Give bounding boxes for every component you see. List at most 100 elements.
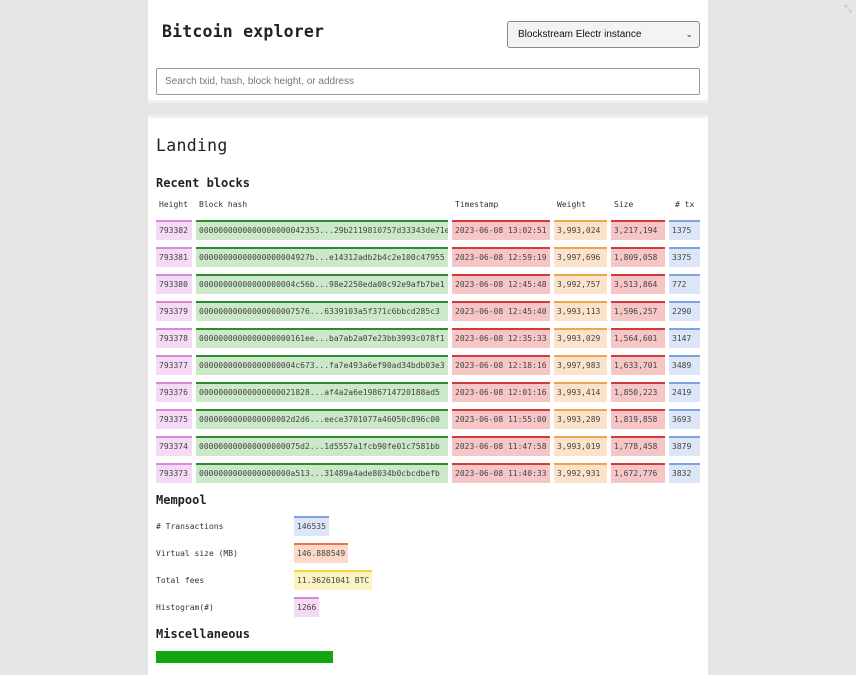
block-height[interactable]: 793374 bbox=[156, 436, 192, 456]
block-hash[interactable]: 00000000000000000021828...af4a2a6e198671… bbox=[196, 382, 448, 402]
mempool-row: Histogram(#) 1266 bbox=[156, 597, 700, 624]
block-timestamp: 2023-06-08 13:02:51 bbox=[452, 220, 550, 240]
block-weight: 3,993,029 bbox=[554, 328, 607, 348]
block-tx-count: 3375 bbox=[669, 247, 700, 267]
page-title: Landing bbox=[156, 136, 228, 155]
block-tx-count: 3489 bbox=[669, 355, 700, 375]
block-weight: 3,993,289 bbox=[554, 409, 607, 429]
block-timestamp: 2023-06-08 12:01:16 bbox=[452, 382, 550, 402]
table-row[interactable]: 793375 0000000000000000002d2d6...eece370… bbox=[156, 409, 700, 436]
recent-blocks-title: Recent blocks bbox=[156, 176, 250, 190]
chevron-down-icon: ⌄ bbox=[685, 29, 693, 39]
header-card: Bitcoin explorer Blockstream Electr inst… bbox=[148, 0, 708, 103]
mempool-title: Mempool bbox=[156, 493, 207, 507]
block-tx-count: 3147 bbox=[669, 328, 700, 348]
block-timestamp: 2023-06-08 12:45:40 bbox=[452, 301, 550, 321]
block-tx-count: 3879 bbox=[669, 436, 700, 456]
column-header-weight: Weight bbox=[557, 200, 586, 209]
block-timestamp: 2023-06-08 12:59:19 bbox=[452, 247, 550, 267]
block-size: 1,778,458 bbox=[611, 436, 665, 456]
block-hash[interactable]: 00000000000000000004927b...e14312adb2b4c… bbox=[196, 247, 448, 267]
mempool-label: Virtual size (MB) bbox=[156, 549, 238, 558]
block-hash[interactable]: 00000000000000000007576...6339103a5f371c… bbox=[196, 301, 448, 321]
table-row[interactable]: 793377 00000000000000000004c673...fa7e49… bbox=[156, 355, 700, 382]
block-height[interactable]: 793381 bbox=[156, 247, 192, 267]
mempool-value: 1266 bbox=[294, 597, 320, 617]
table-row[interactable]: 793378 0000000000000000000161ee...ba7ab2… bbox=[156, 328, 700, 355]
mempool-value: 146.888549 bbox=[294, 543, 349, 563]
block-tx-count: 3693 bbox=[669, 409, 700, 429]
block-hash[interactable]: 000000000000000000075d2...1d5557a1fcb90f… bbox=[196, 436, 448, 456]
block-height[interactable]: 793382 bbox=[156, 220, 192, 240]
block-weight: 3,997,696 bbox=[554, 247, 607, 267]
block-height[interactable]: 793380 bbox=[156, 274, 192, 294]
mempool-row: Virtual size (MB) 146.888549 bbox=[156, 543, 700, 570]
mempool-label: Histogram(#) bbox=[156, 603, 214, 612]
block-weight: 3,993,019 bbox=[554, 436, 607, 456]
table-row[interactable]: 793374 000000000000000000075d2...1d5557a… bbox=[156, 436, 700, 463]
block-timestamp: 2023-06-08 12:35:33 bbox=[452, 328, 550, 348]
table-row[interactable]: 793381 00000000000000000004927b...e14312… bbox=[156, 247, 700, 274]
block-tx-count: 2290 bbox=[669, 301, 700, 321]
table-row[interactable]: 793379 00000000000000000007576...6339103… bbox=[156, 301, 700, 328]
mempool-row: Total fees 11.36261041 BTC bbox=[156, 570, 700, 597]
block-hash[interactable]: 0000000000000000000a513...31489a4ade8034… bbox=[196, 463, 448, 483]
table-row[interactable]: 793380 00000000000000000004c56b...98e225… bbox=[156, 274, 700, 301]
recent-blocks-table: Height Block hash Timestamp Weight Size … bbox=[156, 198, 700, 490]
app-title: Bitcoin explorer bbox=[162, 22, 325, 41]
block-hash[interactable]: 0000000000000000000042353...29b211981075… bbox=[196, 220, 448, 240]
block-height[interactable]: 793375 bbox=[156, 409, 192, 429]
search-input[interactable] bbox=[156, 68, 700, 95]
block-height[interactable]: 793378 bbox=[156, 328, 192, 348]
column-header-timestamp: Timestamp bbox=[455, 200, 499, 209]
block-weight: 3,992,931 bbox=[554, 463, 607, 483]
block-weight: 3,993,024 bbox=[554, 220, 607, 240]
block-timestamp: 2023-06-08 12:18:16 bbox=[452, 355, 550, 375]
misc-title: Miscellaneous bbox=[156, 627, 250, 641]
block-tx-count: 3832 bbox=[669, 463, 700, 483]
table-row[interactable]: 793376 00000000000000000021828...af4a2a6… bbox=[156, 382, 700, 409]
block-height[interactable]: 793376 bbox=[156, 382, 192, 402]
instance-select-value: Blockstream Electr instance bbox=[518, 29, 642, 40]
mempool-stats: # Transactions 146535 Virtual size (MB) … bbox=[156, 516, 700, 624]
block-height[interactable]: 793379 bbox=[156, 301, 192, 321]
block-hash[interactable]: 00000000000000000004c56b...98e2250eda00c… bbox=[196, 274, 448, 294]
block-timestamp: 2023-06-08 11:55:00 bbox=[452, 409, 550, 429]
block-weight: 3,992,757 bbox=[554, 274, 607, 294]
block-size: 1,809,058 bbox=[611, 247, 665, 267]
block-height[interactable]: 793377 bbox=[156, 355, 192, 375]
block-size: 1,819,858 bbox=[611, 409, 665, 429]
block-tx-count: 772 bbox=[669, 274, 700, 294]
block-timestamp: 2023-06-08 11:47:58 bbox=[452, 436, 550, 456]
column-header-block-hash: Block hash bbox=[199, 200, 248, 209]
block-size: 3,217,194 bbox=[611, 220, 665, 240]
table-row[interactable]: 793382 0000000000000000000042353...29b21… bbox=[156, 220, 700, 247]
mempool-label: # Transactions bbox=[156, 522, 224, 531]
mempool-label: Total fees bbox=[156, 576, 205, 585]
block-size: 3,513,864 bbox=[611, 274, 665, 294]
block-size: 1,633,701 bbox=[611, 355, 665, 375]
block-weight: 3,993,113 bbox=[554, 301, 607, 321]
block-hash[interactable]: 0000000000000000000161ee...ba7ab2a07e23b… bbox=[196, 328, 448, 348]
instance-select[interactable]: Blockstream Electr instance ⌄ bbox=[507, 21, 700, 48]
column-header-height: Height bbox=[159, 200, 188, 209]
main-card: Landing Recent blocks Height Block hash … bbox=[148, 115, 708, 675]
block-size: 1,564,601 bbox=[611, 328, 665, 348]
table-row[interactable]: 793373 0000000000000000000a513...31489a4… bbox=[156, 463, 700, 490]
table-header: Height Block hash Timestamp Weight Size … bbox=[156, 198, 700, 212]
block-tx-count: 1375 bbox=[669, 220, 700, 240]
block-height[interactable]: 793373 bbox=[156, 463, 192, 483]
block-tx-count: 2419 bbox=[669, 382, 700, 402]
mempool-value: 146535 bbox=[294, 516, 329, 536]
misc-bar bbox=[156, 651, 333, 663]
resize-corner-icon: ⤡ bbox=[844, 4, 852, 15]
column-header-tx: # tx bbox=[675, 200, 695, 209]
block-weight: 3,997,983 bbox=[554, 355, 607, 375]
mempool-row: # Transactions 146535 bbox=[156, 516, 700, 543]
block-hash[interactable]: 0000000000000000002d2d6...eece3701077a46… bbox=[196, 409, 448, 429]
block-timestamp: 2023-06-08 12:45:48 bbox=[452, 274, 550, 294]
block-hash[interactable]: 00000000000000000004c673...fa7e493a6ef90… bbox=[196, 355, 448, 375]
column-header-size: Size bbox=[614, 200, 634, 209]
block-size: 1,596,257 bbox=[611, 301, 665, 321]
block-size: 1,672,776 bbox=[611, 463, 665, 483]
